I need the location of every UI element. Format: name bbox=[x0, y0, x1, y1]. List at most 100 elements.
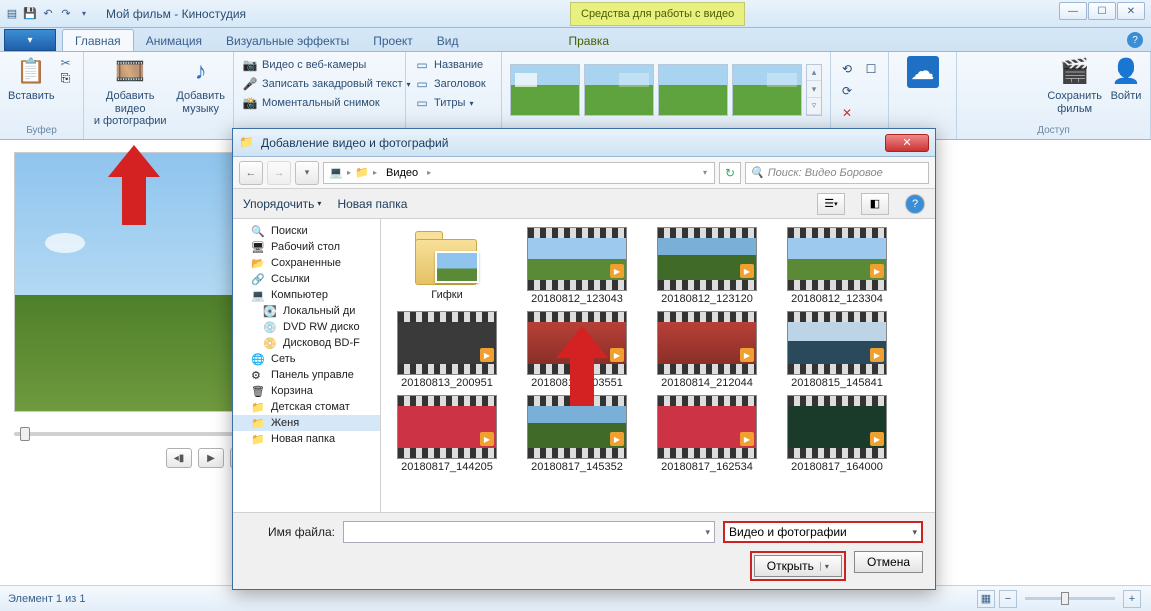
tree-item[interactable]: 📁Новая папка bbox=[233, 431, 380, 447]
nav-forward-button[interactable]: → bbox=[267, 161, 291, 185]
organize-button[interactable]: Упорядочить▾ bbox=[243, 197, 321, 211]
voiceover-button[interactable]: 🎤Записать закадровый текст▾ bbox=[240, 75, 413, 93]
video-file-item[interactable]: ▶20180815_145841 bbox=[777, 311, 897, 389]
video-file-item[interactable]: ▶20180817_162534 bbox=[647, 395, 767, 473]
nav-up-button[interactable]: ▾ bbox=[295, 161, 319, 185]
breadcrumb[interactable]: 💻▸ 📁▸ Видео▸ ▾ bbox=[323, 162, 715, 184]
tree-item[interactable]: 🌐Сеть bbox=[233, 351, 380, 367]
maximize-button[interactable]: ☐ bbox=[1088, 2, 1116, 20]
file-type-filter[interactable]: Видео и фотографии▾ bbox=[723, 521, 923, 543]
gallery-down-icon[interactable]: ▾ bbox=[807, 81, 821, 98]
snapshot-button[interactable]: 📸Моментальный снимок bbox=[240, 94, 413, 112]
tab-view[interactable]: Вид bbox=[425, 30, 471, 51]
zoom-out-button[interactable]: − bbox=[999, 590, 1017, 608]
theme-thumb[interactable] bbox=[732, 64, 802, 116]
minimize-button[interactable]: — bbox=[1059, 2, 1087, 20]
tree-item[interactable]: 📁Детская стомат bbox=[233, 399, 380, 415]
video-file-item[interactable]: ▶20180812_123043 bbox=[517, 227, 637, 305]
tab-visual-effects[interactable]: Визуальные эффекты bbox=[214, 30, 361, 51]
tree-item[interactable]: 📀Дисковод BD-F bbox=[233, 335, 380, 351]
folder-item[interactable]: Гифки bbox=[387, 227, 507, 305]
zoom-thumb[interactable] bbox=[1061, 592, 1069, 605]
tree-item[interactable]: 💿DVD RW диско bbox=[233, 319, 380, 335]
select-all-button[interactable]: ☐ bbox=[861, 60, 881, 78]
webcam-button[interactable]: 📷Видео с веб-камеры bbox=[240, 56, 413, 74]
save-icon[interactable]: 💾 bbox=[22, 6, 38, 22]
theme-thumb[interactable] bbox=[584, 64, 654, 116]
tree-item[interactable]: 🔍Поиски bbox=[233, 223, 380, 239]
film-reel-icon: 🎬 bbox=[1059, 56, 1091, 88]
tab-animation[interactable]: Анимация bbox=[134, 30, 214, 51]
file-menu-button[interactable]: ▾ bbox=[4, 29, 56, 51]
rotate-right-button[interactable]: ⟳ bbox=[837, 82, 857, 100]
view-mode-button[interactable]: ▦ bbox=[977, 590, 995, 608]
qat-more-icon[interactable]: ▾ bbox=[76, 6, 92, 22]
delete-button[interactable]: ✕ bbox=[837, 104, 857, 122]
save-movie-button[interactable]: 🎬 Сохранить фильм bbox=[1043, 54, 1106, 117]
undo-icon[interactable]: ↶ bbox=[40, 6, 56, 22]
open-button[interactable]: Открыть▾ bbox=[754, 555, 842, 577]
caption-name-button[interactable]: ▭Название bbox=[412, 56, 488, 74]
file-grid: Гифки ▶20180812_123043 ▶20180812_123120 … bbox=[381, 219, 935, 512]
search-icon: 🔍 bbox=[750, 166, 764, 179]
add-music-button[interactable]: ♪ Добавить музыку bbox=[172, 54, 229, 117]
caption-titles-button[interactable]: ▭Титры▾ bbox=[412, 94, 488, 112]
zoom-slider[interactable] bbox=[1025, 597, 1115, 600]
add-music-label: Добавить музыку bbox=[176, 90, 225, 115]
caption-header-button[interactable]: ▭Заголовок bbox=[412, 75, 488, 93]
rotate-left-button[interactable]: ⟲ bbox=[837, 60, 857, 78]
gallery-expand-icon[interactable]: ▿ bbox=[807, 98, 821, 115]
theme-thumb[interactable] bbox=[510, 64, 580, 116]
tab-project[interactable]: Проект bbox=[361, 30, 425, 51]
cut-icon[interactable]: ✂ bbox=[61, 56, 71, 70]
folder-icon: 📁 bbox=[239, 135, 255, 151]
signin-button[interactable]: 👤 Войти bbox=[1106, 54, 1146, 105]
video-file-item[interactable]: ▶20180817_144205 bbox=[387, 395, 507, 473]
view-mode-button[interactable]: ☰▾ bbox=[817, 193, 845, 215]
zoom-in-button[interactable]: + bbox=[1123, 590, 1141, 608]
video-file-item[interactable]: ▶20180812_123120 bbox=[647, 227, 767, 305]
video-file-item[interactable]: ▶20180817_164000 bbox=[777, 395, 897, 473]
tab-home[interactable]: Главная bbox=[62, 29, 134, 51]
tree-item[interactable]: 💽Локальный ди bbox=[233, 303, 380, 319]
paste-button[interactable]: 📋 Вставить bbox=[4, 54, 59, 105]
video-file-item[interactable]: ▶20180817_145352 bbox=[517, 395, 637, 473]
share-group-label: Доступ bbox=[961, 125, 1146, 137]
tree-item[interactable]: 🔗Ссылки bbox=[233, 271, 380, 287]
onedrive-button[interactable]: ☁ bbox=[903, 54, 943, 90]
refresh-button[interactable]: ↻ bbox=[719, 162, 741, 184]
new-folder-button[interactable]: Новая папка bbox=[337, 197, 407, 211]
drive-icon: 💻 bbox=[328, 165, 344, 181]
tree-item[interactable]: 🗑Корзина bbox=[233, 383, 380, 399]
video-file-item[interactable]: ▶20180813_200951 bbox=[387, 311, 507, 389]
theme-thumb[interactable] bbox=[658, 64, 728, 116]
video-file-item[interactable]: ▶20180812_123304 bbox=[777, 227, 897, 305]
close-button[interactable]: ✕ bbox=[1117, 2, 1145, 20]
copy-icon[interactable]: ⎘ bbox=[61, 71, 71, 86]
filename-input[interactable]: ▾ bbox=[343, 521, 715, 543]
gallery-up-icon[interactable]: ▴ bbox=[807, 65, 821, 82]
dialog-close-button[interactable]: ✕ bbox=[885, 134, 929, 152]
tab-edit[interactable]: Правка bbox=[556, 30, 621, 51]
slider-thumb[interactable] bbox=[20, 427, 30, 441]
tree-item[interactable]: 🖥Рабочий стол bbox=[233, 239, 380, 255]
dialog-help-button[interactable]: ? bbox=[905, 194, 925, 214]
video-file-item[interactable]: ▶20180814_212044 bbox=[647, 311, 767, 389]
tree-item[interactable]: ⚙Панель управле bbox=[233, 367, 380, 383]
tree-item[interactable]: 📁Женя bbox=[233, 415, 380, 431]
breadcrumb-segment[interactable]: Видео bbox=[380, 167, 424, 179]
play-button[interactable]: ▶ bbox=[198, 448, 224, 468]
prev-frame-button[interactable]: ◂▮ bbox=[166, 448, 192, 468]
tree-item[interactable]: 📂Сохраненные bbox=[233, 255, 380, 271]
camera-icon: 📸 bbox=[242, 95, 258, 111]
search-input[interactable]: 🔍Поиск: Видео Боровое bbox=[745, 162, 929, 184]
add-video-photo-button[interactable]: 🎞️ Добавить видео и фотографии bbox=[88, 54, 172, 130]
preview-pane-button[interactable]: ◧ bbox=[861, 193, 889, 215]
tree-item[interactable]: 💻Компьютер bbox=[233, 287, 380, 303]
cancel-button[interactable]: Отмена bbox=[854, 551, 923, 573]
folder-icon: 📁 bbox=[251, 400, 267, 414]
help-icon[interactable]: ? bbox=[1127, 32, 1143, 48]
window-titlebar: ▤ 💾 ↶ ↷ ▾ Мой фильм - Киностудия Средств… bbox=[0, 0, 1151, 28]
redo-icon[interactable]: ↷ bbox=[58, 6, 74, 22]
nav-back-button[interactable]: ← bbox=[239, 161, 263, 185]
